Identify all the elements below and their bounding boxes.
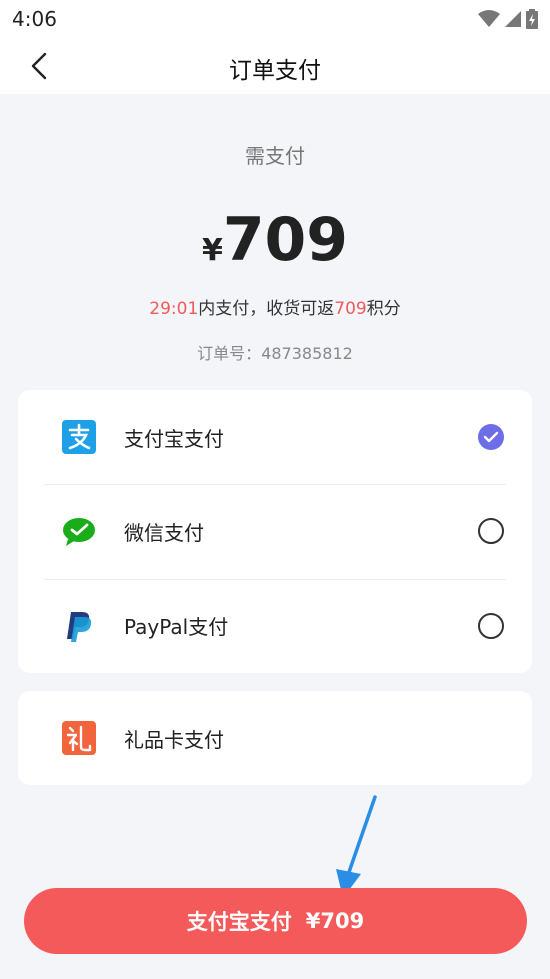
giftcard-card[interactable]: 礼品卡支付 — [18, 691, 532, 785]
amount-label: 需支付 — [245, 144, 305, 168]
method-giftcard[interactable]: 礼品卡支付 — [18, 691, 532, 785]
status-bar: 4:06 — [0, 0, 550, 38]
method-wechat[interactable]: 微信支付 — [18, 484, 532, 578]
points-value: 709 — [334, 299, 367, 319]
alipay-icon — [62, 420, 96, 455]
battery-icon — [526, 9, 538, 29]
points-suffix: 积分 — [366, 299, 401, 319]
method-alipay[interactable]: 支付宝支付 — [18, 390, 532, 484]
check-icon — [483, 431, 499, 443]
currency-symbol: ¥ — [201, 233, 223, 268]
amount-value: 709 — [222, 205, 349, 275]
radio-unchecked[interactable] — [478, 612, 504, 639]
countdown-timer: 29:01 — [149, 299, 199, 319]
order-number: 订单号：487385812 — [0, 340, 550, 364]
method-label: 微信支付 — [124, 520, 204, 545]
method-label: 支付宝支付 — [124, 426, 224, 451]
payment-methods-card: 支付宝支付 微信支付 PayPal支付 — [18, 390, 532, 673]
wifi-icon — [478, 10, 500, 27]
pay-button[interactable]: 支付宝支付 ¥709 — [24, 888, 527, 954]
header: 订单支付 — [0, 38, 550, 94]
pay-button-label: 支付宝支付 — [186, 910, 292, 934]
arrow-annotation-icon — [336, 795, 377, 898]
countdown-suffix: 内支付，收货可返 — [198, 299, 335, 319]
page-title: 订单支付 — [229, 58, 321, 84]
amount-display: ¥709 — [0, 205, 550, 275]
wechat-icon — [63, 518, 95, 547]
paypal-icon — [67, 611, 92, 642]
order-number-label: 订单号： — [197, 344, 262, 363]
pay-button-amount: ¥709 — [305, 909, 365, 933]
radio-checked[interactable] — [478, 424, 504, 451]
method-label: PayPal支付 — [124, 615, 229, 640]
radio-unchecked[interactable] — [478, 518, 504, 545]
method-paypal[interactable]: PayPal支付 — [18, 578, 532, 673]
countdown-line: 29:01内支付，收货可返709积分 — [0, 294, 550, 319]
status-icons — [478, 9, 538, 29]
order-number-value: 487385812 — [261, 344, 353, 363]
gift-icon — [62, 721, 96, 756]
signal-icon — [505, 11, 521, 27]
method-label: 礼品卡支付 — [124, 727, 224, 752]
status-time: 4:06 — [12, 7, 57, 31]
